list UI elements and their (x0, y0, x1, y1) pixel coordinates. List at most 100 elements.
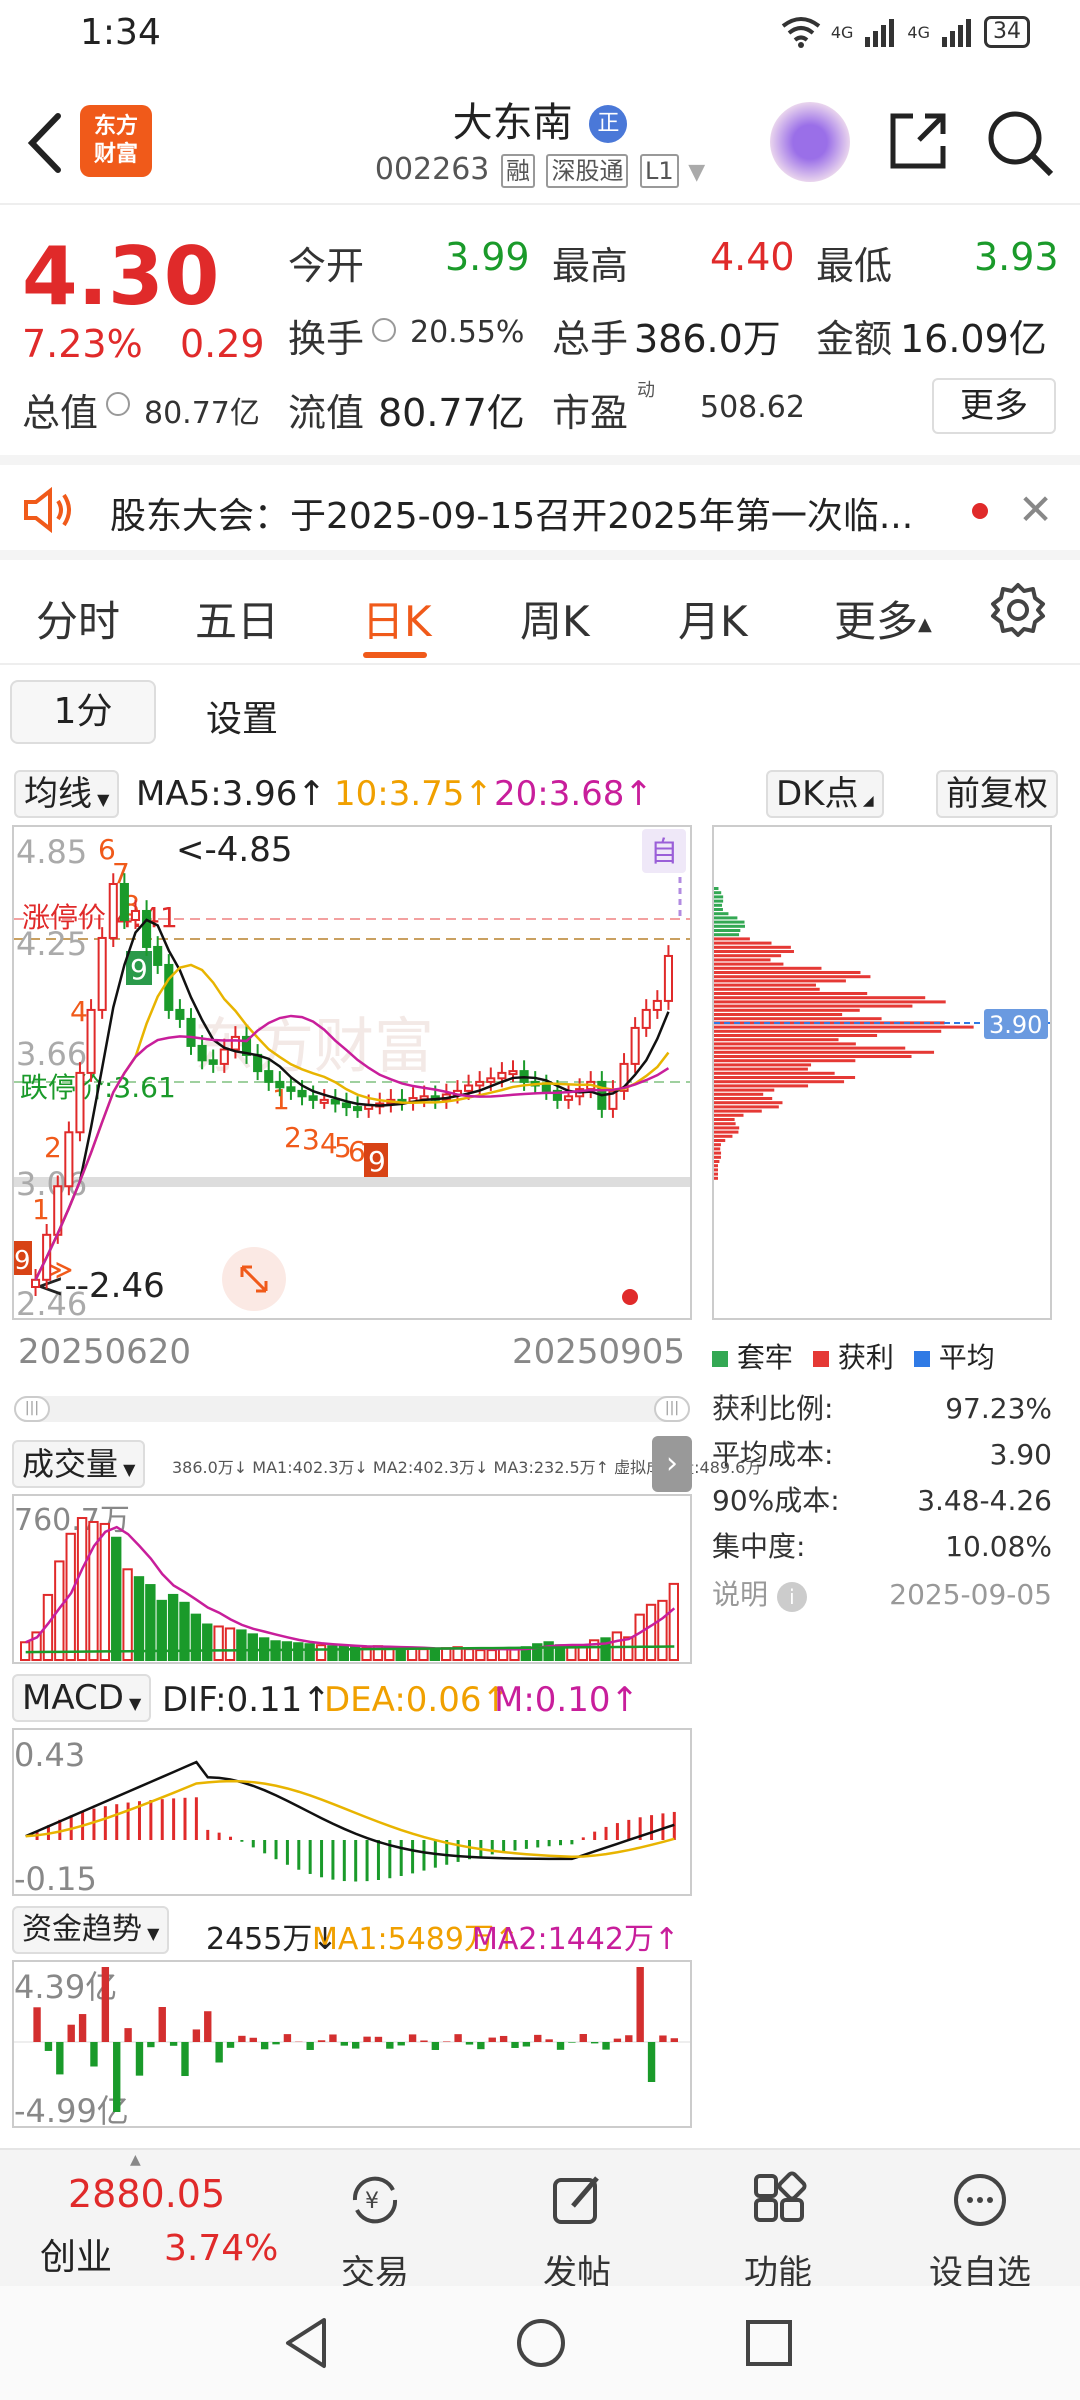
fund-bar (534, 2034, 542, 2042)
macd-chart[interactable]: 0.43 -0.15 (12, 1728, 692, 1898)
period-tabs: 分时 五日 日K 周K 月K 更多▲ (0, 560, 1080, 665)
stock-code: 002263 (374, 152, 490, 187)
chip-bar (714, 1071, 835, 1075)
candle-body (153, 945, 163, 966)
pe-value: 508.62 (700, 390, 805, 425)
fund-chart[interactable]: 4.39亿 -4.99亿 (12, 1960, 692, 2130)
adjust-selector[interactable]: 前复权 (936, 770, 1058, 818)
fund-bar (431, 2042, 440, 2050)
range-scrollbar[interactable]: ||| ||| (14, 1396, 690, 1422)
chip-note[interactable]: 说明 i (712, 1572, 807, 1618)
gear-icon[interactable] (990, 582, 1046, 638)
tab-five-day[interactable]: 五日 (195, 588, 279, 649)
chip-bar (714, 954, 782, 958)
search-icon[interactable] (985, 108, 1055, 178)
candle-body (464, 1084, 474, 1092)
trade-icon: ¥ (352, 2176, 398, 2224)
macd-dea: DEA:0.06↑ (324, 1680, 510, 1720)
candle-body (308, 1095, 318, 1101)
kline-chart[interactable]: 东方财富 4.85 4.25 3.66 3.06 2.46 涨停价:4.41 跌… (12, 825, 692, 1323)
fund-bar (590, 2042, 599, 2044)
chip-bar (714, 983, 816, 987)
index-value[interactable]: 2880.05 (68, 2172, 225, 2216)
notice-banner[interactable]: 股东大会：于2025-09-15召开2025年第一次临... ✕ (0, 455, 1080, 560)
volume-bar (475, 1649, 486, 1661)
watchlist-button[interactable]: 设自选 (900, 2170, 1060, 2294)
fund-bar (465, 2042, 474, 2045)
fund-selector-label: 资金趋势 (22, 1912, 142, 1947)
one-minute-button[interactable]: 1分 (10, 680, 156, 744)
chevron-right-icon[interactable]: › (652, 1436, 692, 1492)
share-icon[interactable] (885, 108, 951, 174)
tag-level[interactable]: L1 (640, 154, 679, 188)
fund-selector[interactable]: 资金趋势 ▼ (12, 1906, 170, 1954)
count-tag: 2 (284, 1121, 302, 1154)
note-date: 2025-09-05 (889, 1578, 1052, 1611)
range-handle-right[interactable]: ||| (654, 1396, 690, 1422)
post-button[interactable]: 发帖 (497, 2170, 657, 2294)
ma-row: 均线 ▼ MA5:3.96↑ 10:3.75↑ 20:3.68↑ DK点 ◢ 前… (0, 762, 1080, 822)
tag-margin: 融 (500, 154, 535, 188)
fund-bar (67, 2024, 75, 2042)
notice-text[interactable]: 股东大会：于2025-09-15召开2025年第一次临... (110, 487, 960, 539)
volume-bar (236, 1629, 247, 1662)
macd-y-bottom: -0.15 (14, 1860, 97, 1894)
candle-body (641, 1008, 651, 1029)
signal-icon-2 (942, 19, 971, 47)
low-label: 最低 (816, 244, 893, 288)
volume-bar (99, 1522, 111, 1662)
tab-weekly-k[interactable]: 周K (520, 588, 590, 649)
assistant-robot-icon[interactable] (770, 102, 850, 182)
signal-icon (865, 19, 895, 47)
nav-back-icon[interactable] (282, 2316, 332, 2370)
info-icon-2[interactable] (106, 392, 130, 416)
chip-bar (714, 971, 861, 974)
count-tag: 2 (44, 1131, 62, 1164)
profit-ratio-value: 97.23% (945, 1392, 1052, 1425)
trade-button[interactable]: ¥ 交易 (295, 2170, 455, 2294)
macd-selector[interactable]: MACD ▼ (12, 1674, 152, 1722)
fund-bar (124, 2028, 132, 2042)
index-name[interactable]: 创业 (40, 2228, 112, 2280)
legend-profit: 获利 (812, 1336, 894, 1376)
more-quote-button[interactable]: 更多 (932, 378, 1056, 434)
nav-home-icon[interactable] (514, 2316, 568, 2370)
info-icon[interactable] (372, 318, 396, 342)
level-dropdown-icon[interactable]: ▼ (688, 160, 705, 185)
candle-body (497, 1071, 507, 1080)
function-button[interactable]: 功能 (698, 2170, 858, 2294)
fund-bar (556, 2042, 565, 2050)
tab-monthly-k[interactable]: 月K (678, 588, 748, 649)
chip-bar (714, 1038, 839, 1042)
volume-selector[interactable]: 成交量 ▼ (12, 1440, 146, 1488)
volume-bar (441, 1647, 452, 1662)
volume-svg: 760.7万 (14, 1503, 679, 1662)
macd-header: MACD ▼ DIF:0.11↑ DEA:0.06↑ M:0.10↑ (12, 1670, 692, 1726)
chip-distribution-chart[interactable]: 3.90 (712, 825, 1052, 1320)
y-label-3: 3.66 (16, 1035, 87, 1073)
dk-point-selector[interactable]: DK点 ◢ (766, 770, 884, 818)
chip-bar (714, 1101, 783, 1105)
tab-more[interactable]: 更多▲ (834, 588, 932, 649)
setting-button[interactable]: 设置 (206, 690, 278, 742)
candle-body (475, 1080, 485, 1087)
fund-bar (340, 2042, 348, 2046)
candle-body (230, 1035, 240, 1051)
fund-bar (386, 2042, 394, 2049)
y-label-top: 4.85 (16, 833, 87, 871)
system-nav-bar (0, 2286, 1080, 2400)
pe-label: 市盈 (552, 391, 629, 435)
chip-bar (714, 1168, 718, 1172)
range-handle-left[interactable]: ||| (14, 1396, 50, 1422)
tab-daily-k[interactable]: 日K (362, 588, 432, 649)
chip-bar (714, 1172, 718, 1176)
chip-bar (714, 945, 791, 949)
tab-intraday[interactable]: 分时 (36, 588, 120, 649)
minute-period-row: 1分 设置 (0, 668, 1080, 750)
ma-selector[interactable]: 均线 ▼ (14, 770, 120, 818)
close-icon[interactable]: ✕ (1018, 485, 1053, 534)
nav-recent-icon[interactable] (744, 2318, 794, 2368)
volume-chart[interactable]: 760.7万 (12, 1494, 692, 1664)
macd-y-top: 0.43 (14, 1736, 85, 1774)
chip-bar (714, 1063, 812, 1067)
